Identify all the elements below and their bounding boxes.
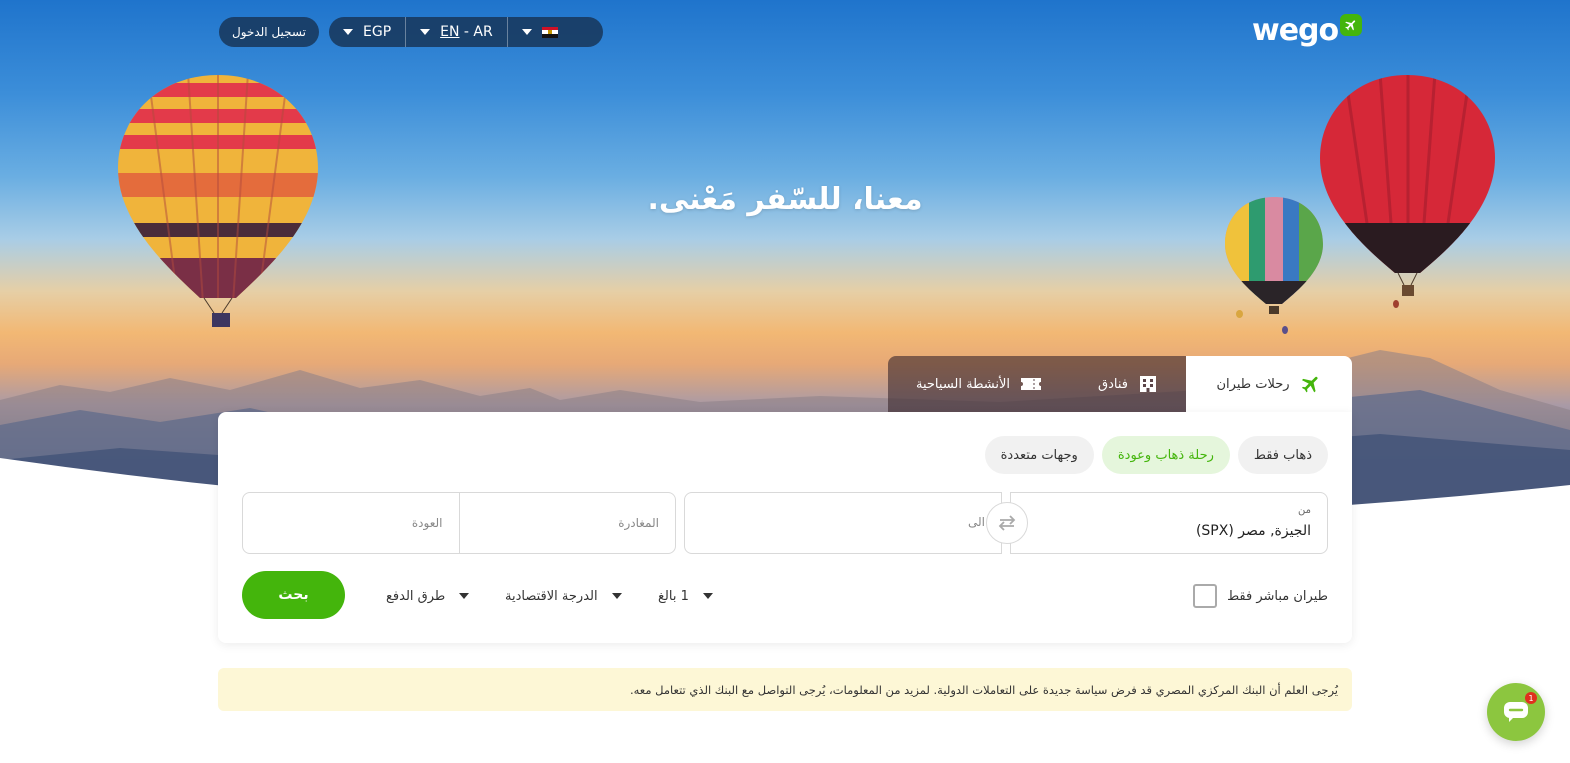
destination-placeholder: الى	[968, 515, 985, 529]
notice-text: يُرجى العلم أن البنك المركزي المصري قد ف…	[629, 682, 1338, 697]
chat-icon	[1504, 702, 1528, 722]
trip-type-one-way[interactable]: ذهاب فقط	[1237, 436, 1328, 474]
chevron-down-icon	[702, 593, 713, 599]
trip-type-selector: ذهاب فقط رحلة ذهاب وعودة وجهات متعددة	[984, 436, 1328, 474]
product-tabs: رحلات طيران فنادق الأنشطة السياحية	[888, 356, 1352, 412]
depart-date-field[interactable]: المغادرة	[460, 493, 676, 553]
origin-value: الجيزة, مصر (SPX)	[1195, 523, 1311, 539]
destination-field[interactable]: الى	[684, 492, 1002, 554]
hot-air-balloon-left	[118, 75, 318, 327]
flight-search-card: ذهاب فقط رحلة ذهاب وعودة وجهات متعددة من…	[218, 412, 1352, 643]
passengers-selector[interactable]: 1 بالغ	[658, 584, 713, 608]
wego-logo[interactable]: wego	[1252, 12, 1363, 56]
chat-button[interactable]: 1	[1487, 683, 1545, 741]
origin-field[interactable]: من الجيزة, مصر (SPX)	[1010, 492, 1328, 554]
tab-activities[interactable]: الأنشطة السياحية	[888, 356, 1070, 412]
dates-field: المغادرة العودة	[242, 492, 676, 554]
chevron-down-icon	[611, 593, 622, 599]
origin-label: من	[1298, 505, 1311, 516]
preferences-bar: EGP EN - AR	[329, 17, 603, 47]
tab-hotels[interactable]: فنادق	[1070, 356, 1186, 412]
country-selector[interactable]	[508, 17, 572, 47]
bank-policy-notice: يُرجى العلم أن البنك المركزي المصري قد ف…	[218, 668, 1352, 711]
return-date-field[interactable]: العودة	[243, 493, 460, 553]
notification-badge: 1	[1525, 692, 1537, 704]
egypt-flag-icon	[541, 26, 558, 38]
tiny-balloon	[1393, 300, 1399, 308]
chevron-down-icon	[459, 593, 470, 599]
login-button[interactable]: تسجيل الدخول	[219, 17, 319, 47]
search-button[interactable]: بحث	[242, 571, 345, 619]
chevron-down-icon	[420, 29, 431, 35]
trip-type-multi-city[interactable]: وجهات متعددة	[984, 436, 1094, 474]
currency-selector[interactable]: EGP	[329, 17, 407, 47]
swap-locations-button[interactable]	[986, 502, 1028, 544]
payment-methods-selector[interactable]: طرق الدفع	[386, 584, 470, 608]
trip-type-round-trip[interactable]: رحلة ذهاب وعودة	[1101, 436, 1230, 474]
plane-icon	[1301, 376, 1318, 393]
swap-arrows-icon	[998, 515, 1016, 531]
language-label: EN - AR	[440, 24, 493, 40]
hero-headline: معنا، للسّفر مَعْنى.	[647, 182, 923, 217]
currency-label: EGP	[363, 24, 392, 40]
hot-air-balloon-small	[1225, 197, 1323, 314]
ticket-icon	[1021, 378, 1041, 390]
plane-icon	[1340, 14, 1363, 36]
tiny-balloon	[1236, 310, 1243, 318]
tab-flights[interactable]: رحلات طيران	[1186, 356, 1352, 412]
chevron-down-icon	[521, 29, 532, 35]
hotel-icon	[1140, 376, 1156, 392]
cabin-class-selector[interactable]: الدرجة الاقتصادية	[505, 584, 622, 608]
language-selector[interactable]: EN - AR	[406, 17, 508, 47]
chevron-down-icon	[343, 29, 353, 35]
direct-flights-label: طيران مباشر فقط	[1227, 588, 1328, 604]
direct-flights-checkbox[interactable]	[1193, 584, 1218, 608]
direct-flights-option[interactable]: طيران مباشر فقط	[1193, 584, 1328, 608]
hot-air-balloon-right	[1320, 75, 1495, 296]
tiny-balloon	[1282, 326, 1288, 334]
